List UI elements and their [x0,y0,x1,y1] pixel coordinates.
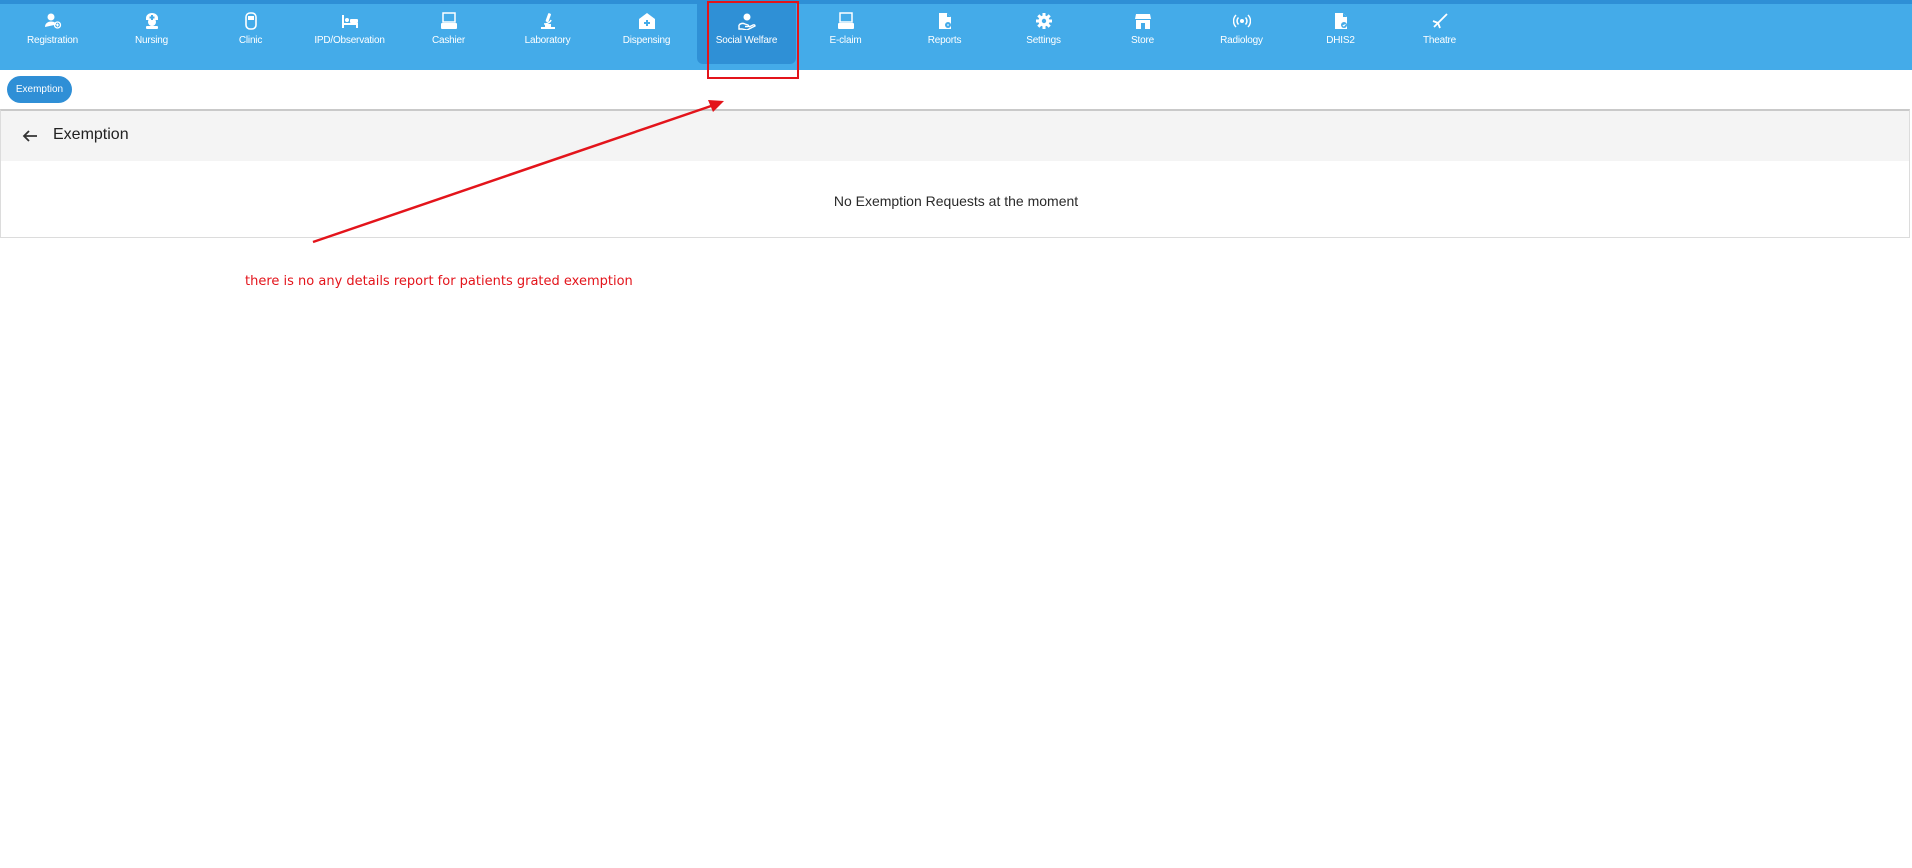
nav-label: E-claim [829,35,862,46]
nav-label: Settings [1026,35,1061,46]
nav-item-dhis2[interactable]: DHIS2 [1291,4,1390,64]
annotation-highlight-box [707,1,799,79]
theatre-icon [1431,12,1449,30]
nav-label: Registration [27,35,78,46]
nav-item-theatre[interactable]: Theatre [1390,4,1489,64]
cashier-icon [440,12,458,30]
annotation-note: there is no any details report for patie… [245,274,633,289]
main-navbar: Registration Nursing Clinic IPD/Observat… [0,4,1912,70]
nav-item-registration[interactable]: Registration [3,4,102,64]
registration-icon [44,12,62,30]
nav-label: IPD/Observation [314,35,385,46]
nav-item-laboratory[interactable]: Laboratory [498,4,597,64]
page-title: Exemption [53,126,129,143]
nav-item-reports[interactable]: Reports [895,4,994,64]
nav-item-store[interactable]: Store [1093,4,1192,64]
nav-label: Dispensing [622,35,671,46]
nav-label: DHIS2 [1326,35,1355,46]
nav-item-radiology[interactable]: Radiology [1192,4,1291,64]
radiology-icon [1232,12,1251,30]
bed-icon [341,12,359,30]
dhis2-icon [1332,12,1350,30]
nav-label: Laboratory [524,35,571,46]
nav-item-cashier[interactable]: Cashier [399,4,498,64]
nav-label: Cashier [431,35,466,46]
nav-item-dispensing[interactable]: Dispensing [597,4,696,64]
nav-item-e-claim[interactable]: E-claim [796,4,895,64]
nav-label: Reports [927,35,962,46]
nursing-icon [143,12,161,30]
nav-label: Radiology [1220,35,1263,46]
nav-label: Theatre [1422,35,1457,46]
nav-label: Clinic [238,35,263,46]
nav-item-settings[interactable]: Settings [994,4,1093,64]
gear-icon [1035,12,1053,30]
store-icon [1134,12,1152,30]
nav-item-clinic[interactable]: Clinic [201,4,300,64]
empty-state-message: No Exemption Requests at the moment [833,193,1079,209]
nav-label: Store [1131,35,1154,46]
back-arrow-icon[interactable] [19,125,41,147]
exemption-chip[interactable]: Exemption [7,76,72,103]
reports-icon [936,12,954,30]
dispensing-icon [638,12,656,30]
clinic-icon [242,12,260,30]
nav-label: Nursing [134,35,169,46]
microscope-icon [539,12,557,30]
exemption-panel: Exemption No Exemption Requests at the m… [0,109,1910,238]
panel-header: Exemption [1,111,1909,161]
nav-item-nursing[interactable]: Nursing [102,4,201,64]
eclaim-icon [837,12,855,30]
nav-item-ipd-observation[interactable]: IPD/Observation [300,4,399,64]
